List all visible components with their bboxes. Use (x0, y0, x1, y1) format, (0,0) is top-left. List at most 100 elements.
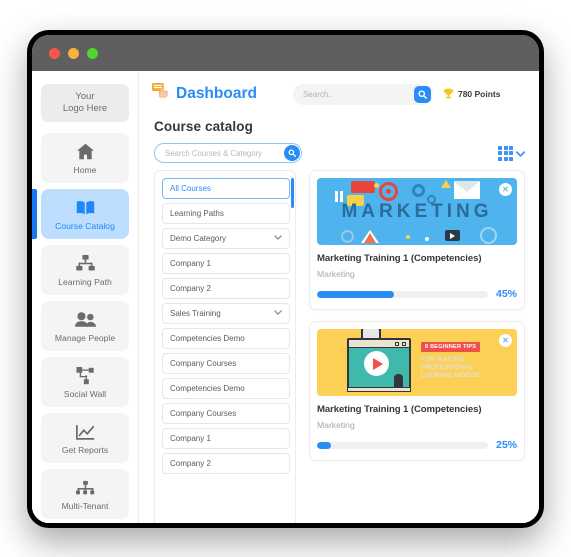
logo-placeholder[interactable]: Your Logo Here (41, 84, 129, 122)
category-label: Sales Training (170, 309, 221, 318)
category-label: Learning Paths (170, 209, 224, 218)
scrollbar-thumb[interactable] (291, 178, 294, 208)
minimize-window-dot[interactable] (68, 47, 79, 59)
decor-progress-bar-icon (347, 387, 411, 392)
course-card[interactable]: 8 BEGINNER TIPS FOR MAKING PROFESSIONAL … (309, 321, 525, 461)
category-item[interactable]: All Courses (162, 178, 290, 199)
catalog-toolbar (139, 134, 539, 170)
sitemap-icon (75, 254, 95, 274)
sidebar-item-social-wall[interactable]: Social Wall (41, 357, 129, 407)
course-search[interactable] (154, 143, 302, 163)
people-icon (74, 310, 96, 330)
brand-title: Dashboard (176, 85, 257, 102)
logo-line-1: Your (75, 91, 95, 102)
decor-play-button-icon (364, 351, 389, 376)
device-frame: Your Logo Here Home Course Catalog Learn… (27, 30, 544, 528)
category-label: All Courses (170, 184, 211, 193)
course-title: Marketing Training 1 (Competencies) (317, 404, 482, 415)
category-list: All Courses Learning Paths Demo Category (154, 170, 296, 523)
decor-gear-icon (412, 184, 425, 197)
course-category: Marketing (317, 269, 355, 279)
main-content: Dashboard Search.. 780 Points Course cat… (139, 71, 539, 523)
chevron-down-icon[interactable] (274, 235, 282, 242)
logo-line-2: Logo Here (62, 103, 108, 114)
sidebar: Your Logo Here Home Course Catalog Learn… (32, 71, 139, 523)
sidebar-item-label: Multi-Tenant (61, 500, 109, 511)
decor-envelope-icon (454, 181, 480, 199)
decor-megaphone-fill-icon (364, 233, 376, 243)
category-item[interactable]: Competencies Demo (162, 328, 290, 349)
sidebar-item-label: Course Catalog (55, 220, 115, 231)
search-icon[interactable] (413, 85, 431, 103)
sidebar-item-label: Social Wall (63, 388, 107, 399)
home-icon (76, 142, 95, 162)
maximize-window-dot[interactable] (87, 47, 98, 59)
course-card[interactable]: MARKETING ✕ Marketing Training 1 (Compet… (309, 170, 525, 310)
sidebar-item-get-reports[interactable]: Get Reports (41, 413, 129, 463)
category-item[interactable]: Demo Category (162, 228, 290, 249)
sidebar-item-label: Home (73, 164, 97, 175)
category-label: Competencies Demo (170, 384, 245, 393)
decor-globe-icon (480, 227, 497, 244)
progress-fill (317, 441, 331, 449)
points-label: 780 Points (457, 89, 501, 99)
book-icon (76, 198, 95, 218)
catalog-header: Course catalog (139, 117, 539, 134)
category-label: Company Courses (170, 409, 237, 418)
decor-play-icon (445, 230, 460, 241)
category-label: Company 1 (170, 259, 211, 268)
category-item[interactable]: Company 2 (162, 278, 290, 299)
category-item[interactable]: Learning Paths (162, 203, 290, 224)
chevron-down-icon[interactable] (515, 144, 526, 162)
chevron-down-icon[interactable] (274, 310, 282, 317)
sidebar-item-label: Learning Path (58, 276, 112, 287)
window-titlebar (32, 35, 539, 71)
global-search[interactable] (292, 83, 433, 105)
decor-person-icon (394, 374, 403, 388)
category-item[interactable]: Sales Training (162, 303, 290, 324)
thumbnail-lines: FOR MAKING PROFESSIONAL LOOKING VIDEOS (421, 356, 480, 379)
category-item[interactable]: Competencies Demo (162, 378, 290, 399)
sidebar-item-multi-tenant[interactable]: Multi-Tenant (41, 469, 129, 519)
category-item[interactable]: Company 2 (162, 453, 290, 474)
brand: Dashboard (152, 83, 257, 105)
decor-dot-icon (374, 183, 379, 188)
course-progress: 25% (317, 439, 517, 451)
app-body: Your Logo Here Home Course Catalog Learn… (32, 71, 539, 523)
category-scrollbar[interactable] (291, 178, 294, 523)
decor-target-icon (379, 182, 398, 201)
sidebar-item-manage-people[interactable]: Manage People (41, 301, 129, 351)
app-window: Your Logo Here Home Course Catalog Learn… (32, 35, 539, 523)
sidebar-item-label: Get Reports (61, 444, 109, 455)
course-card-list: MARKETING ✕ Marketing Training 1 (Compet… (296, 170, 539, 523)
progress-track (317, 441, 488, 449)
grid-view-icon[interactable] (498, 145, 513, 161)
hand-click-card-icon (152, 83, 170, 105)
catalog-columns: All Courses Learning Paths Demo Category (139, 170, 539, 523)
sidebar-item-learning-path[interactable]: Learning Path (41, 245, 129, 295)
course-category: Marketing (317, 420, 355, 430)
search-input[interactable] (302, 89, 409, 99)
close-circle-icon[interactable]: ✕ (499, 183, 512, 196)
decor-ring-icon (341, 230, 354, 243)
thumbnail-text: MARKETING (341, 200, 493, 222)
progress-track (317, 290, 488, 298)
trophy-icon (443, 88, 454, 101)
top-bar: Dashboard Search.. 780 Points (139, 71, 539, 117)
category-item[interactable]: Company Courses (162, 403, 290, 424)
close-circle-icon[interactable]: ✕ (499, 334, 512, 347)
progress-fill (317, 290, 394, 298)
search-courses-input[interactable] (165, 148, 279, 158)
category-item[interactable]: Company 1 (162, 428, 290, 449)
category-label: Demo Category (170, 234, 227, 243)
sidebar-item-course-catalog[interactable]: Course Catalog (32, 189, 129, 239)
course-title: Marketing Training 1 (Competencies) (317, 253, 482, 264)
category-item[interactable]: Company Courses (162, 353, 290, 374)
category-item[interactable]: Company 1 (162, 253, 290, 274)
view-mode-toggle[interactable] (498, 144, 526, 162)
share-nodes-icon (76, 366, 95, 386)
close-window-dot[interactable] (49, 47, 60, 59)
search-icon[interactable] (284, 145, 300, 161)
progress-value: 25% (495, 439, 517, 451)
sidebar-item-home[interactable]: Home (41, 133, 129, 183)
